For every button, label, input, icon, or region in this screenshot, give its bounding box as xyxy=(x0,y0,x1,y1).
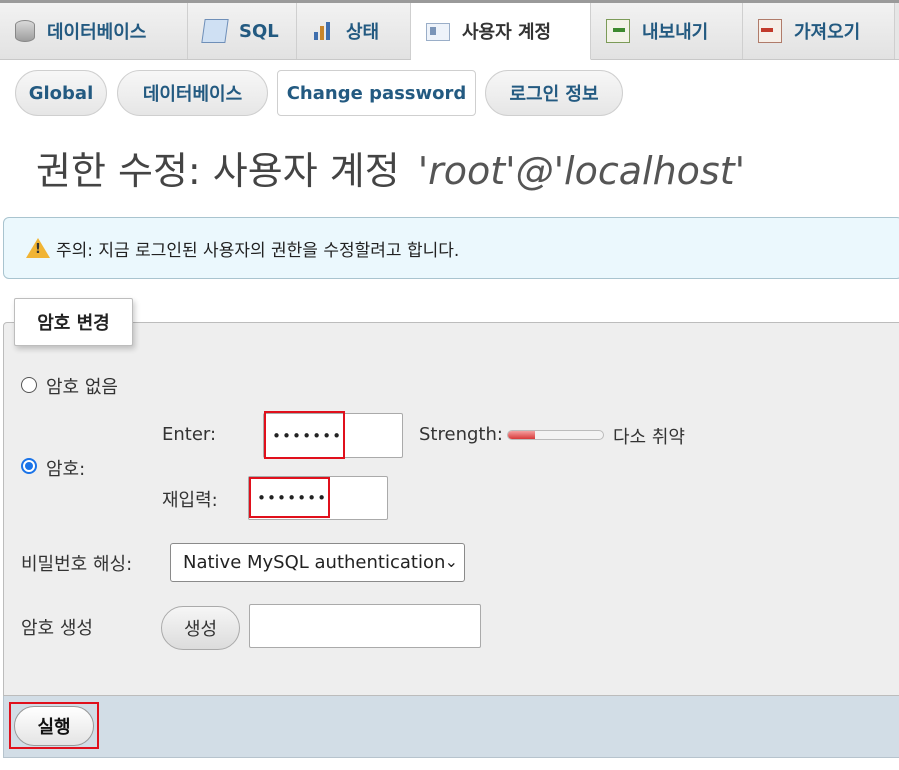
go-button-highlight-box xyxy=(9,702,99,749)
strength-meter-fill xyxy=(508,431,535,439)
tab-import[interactable]: 가져오기 xyxy=(743,3,895,59)
no-password-radio[interactable] xyxy=(21,377,37,393)
status-icon xyxy=(312,20,334,42)
reenter-label: 재입력: xyxy=(162,490,218,511)
subtab-global[interactable]: Global xyxy=(15,70,107,116)
generate-password-label: 암호 생성 xyxy=(21,618,93,639)
main-tab-bar: 데이터베이스 SQL 상태 사용자 계정 내보내기 가져오기 xyxy=(0,3,899,60)
tab-user-accounts[interactable]: 사용자 계정 xyxy=(411,3,591,60)
hashing-select[interactable]: Native MySQL authentication ⌄ xyxy=(170,543,465,582)
warning-icon xyxy=(26,238,50,258)
subtab-login-information[interactable]: 로그인 정보 xyxy=(485,70,623,116)
notice-box: 주의: 지금 로그인된 사용자의 권한을 수정할려고 합니다. xyxy=(3,217,899,279)
page-title: 권한 수정: 사용자 계정 'root'@'localhost' xyxy=(36,140,745,195)
chevron-down-icon: ⌄ xyxy=(444,552,458,571)
import-icon xyxy=(758,19,782,43)
tab-label: 상태 xyxy=(346,22,380,43)
tab-label: 사용자 계정 xyxy=(462,22,552,43)
export-icon xyxy=(606,19,630,43)
page-title-prefix: 권한 수정: 사용자 계정 xyxy=(36,149,400,193)
password-label[interactable]: 암호: xyxy=(46,455,85,481)
generate-button-label: 생성 xyxy=(183,619,218,640)
enter-label: Enter: xyxy=(162,424,217,445)
subtab-label: 로그인 정보 xyxy=(509,84,599,105)
strength-meter xyxy=(507,430,604,440)
tab-label: 데이터베이스 xyxy=(47,22,147,43)
generate-button[interactable]: 생성 xyxy=(161,606,240,650)
notice-text: 주의: 지금 로그인된 사용자의 권한을 수정할려고 합니다. xyxy=(56,240,460,261)
strength-label: Strength: xyxy=(419,424,503,445)
no-password-label[interactable]: 암호 없음 xyxy=(46,373,118,399)
subtab-label: Change password xyxy=(286,82,467,104)
password-highlight-box xyxy=(264,411,345,459)
subtab-label: Global xyxy=(28,82,94,104)
tab-export[interactable]: 내보내기 xyxy=(591,3,743,59)
tab-databases[interactable]: 데이터베이스 xyxy=(0,3,188,59)
subtab-database[interactable]: 데이터베이스 xyxy=(117,70,268,116)
fieldset-legend: 암호 변경 xyxy=(14,298,133,346)
sql-icon xyxy=(201,19,229,43)
hashing-selected-value: Native MySQL authentication xyxy=(183,552,446,573)
user-accounts-icon xyxy=(426,23,450,41)
subtab-label: 데이터베이스 xyxy=(142,84,243,105)
tab-label: 가져오기 xyxy=(794,22,861,43)
password-radio[interactable] xyxy=(21,458,37,474)
form-footer xyxy=(3,696,899,758)
tab-label: SQL xyxy=(239,20,279,42)
strength-text: 다소 취약 xyxy=(613,427,685,448)
tab-sql[interactable]: SQL xyxy=(188,3,297,59)
page-title-user: 'root'@'localhost' xyxy=(417,149,746,193)
database-icon xyxy=(15,20,35,42)
tab-status[interactable]: 상태 xyxy=(297,3,411,59)
tab-label: 내보내기 xyxy=(642,22,709,43)
generated-password-input[interactable] xyxy=(249,604,481,648)
subtab-change-password[interactable]: Change password xyxy=(277,70,476,116)
hashing-label: 비밀번호 해싱: xyxy=(21,554,133,575)
reenter-highlight-box xyxy=(249,477,330,518)
